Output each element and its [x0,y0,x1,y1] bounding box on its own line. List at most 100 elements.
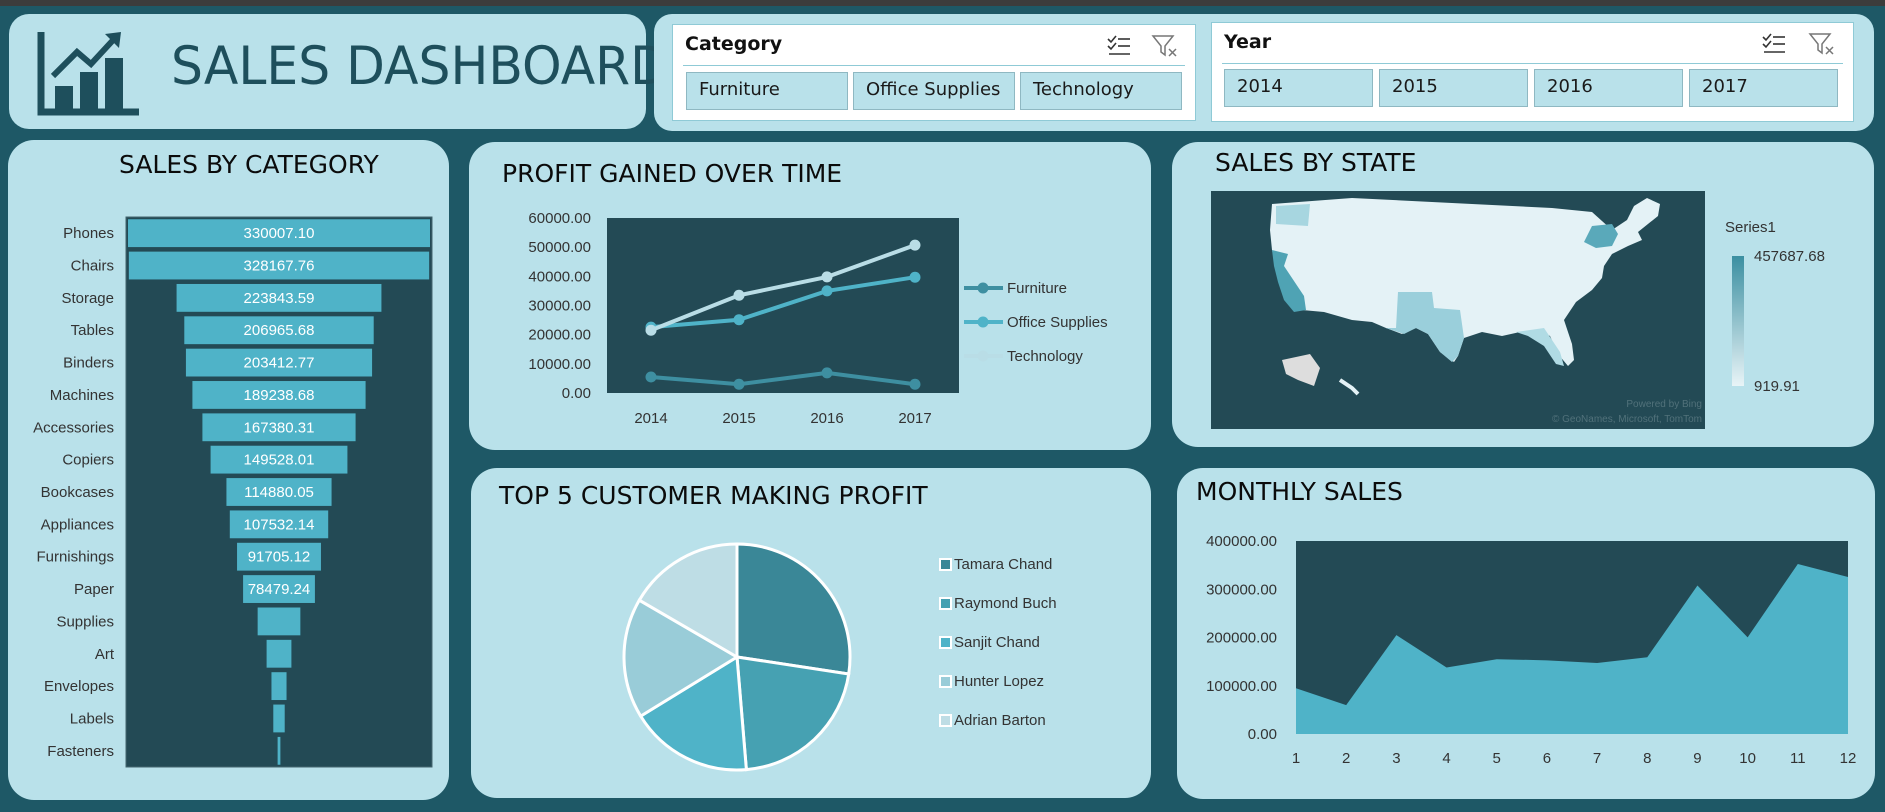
monthly-sales-panel: MONTHLY SALES 400000.00 300000.00 200000.0… [1177,468,1875,799]
funnel-data-label: 189238.68 [244,387,315,404]
funnel-category-label: Accessories [33,419,114,436]
funnel-data-label: 114880.05 [244,484,314,501]
map-legend-min: 919.91 [1754,378,1800,395]
line-legend-label: Office Supplies [1007,314,1108,331]
year-slicer-title: Year [1224,31,1272,53]
line-legend-label: Technology [1007,348,1083,365]
funnel-category-label: Art [95,646,115,663]
funnel-category-label: Tables [71,322,114,339]
funnel-category-label: Labels [70,710,114,727]
funnel-bar [273,704,285,733]
area-x-tick: 4 [1442,750,1450,767]
line-point [733,314,745,326]
area-y-tick: 200000.00 [1206,630,1277,647]
line-point [733,289,745,301]
area-x-tick: 9 [1693,750,1701,767]
monthly-sales-chart: 400000.00 300000.00 200000.00 100000.00 0.00… [1206,533,1856,767]
clear-filter-icon[interactable] [1151,33,1179,59]
pie-legend-label: Raymond Buch [954,595,1057,612]
area-x-tick: 7 [1593,750,1601,767]
multi-select-icon[interactable] [1760,31,1788,57]
pie-legend-swatch [939,636,952,649]
funnel-data-label: 203412.77 [244,355,315,372]
funnel-data-label: 78479.24 [248,581,311,598]
funnel-bar [257,607,301,636]
slicer-option-2015[interactable]: 2015 [1379,69,1528,107]
line-point [909,271,921,283]
line-point [909,239,921,251]
map-attribution-providers: © GeoNames, Microsoft, TomTom [1552,414,1702,425]
pie-legend-swatch [939,558,952,571]
area-x-tick: 2 [1342,750,1350,767]
pie-slice [735,542,852,676]
funnel-bar [271,672,287,701]
line-legend-label: Furniture [1007,280,1067,297]
slicer-option-office-supplies[interactable]: Office Supplies [853,72,1015,110]
pie-legend-swatch [939,675,952,688]
funnel-category-label: Fasteners [47,743,114,760]
line-point [909,378,921,390]
line-y-tick: 50000.00 [528,239,591,256]
map-legend-title: Series1 [1725,219,1776,236]
slicer-option-technology[interactable]: Technology [1020,72,1182,110]
line-point [645,324,657,336]
slicer-option-2016[interactable]: 2016 [1534,69,1683,107]
slicer-divider [1222,63,1843,64]
pie-legend-label: Sanjit Chand [954,634,1040,651]
area-x-tick: 6 [1543,750,1551,767]
area-x-tick: 3 [1392,750,1400,767]
area-y-tick: 300000.00 [1206,581,1277,598]
funnel-category-label: Bookcases [41,484,114,501]
pie-legend-label: Tamara Chand [954,556,1052,573]
pie-legend-swatch [939,597,952,610]
funnel-bar [266,639,292,668]
category-slicer: Category Furniture Office Supplies Techn… [672,24,1196,121]
line-point [821,271,833,283]
funnel-data-label: 91705.12 [248,549,311,566]
sales-by-category-chart: Phones 330007.10 Chairs 328167.76 Storage 223… [33,216,433,768]
line-x-tick: 2014 [634,410,667,427]
funnel-category-label: Furnishings [36,549,114,566]
line-point [821,367,833,379]
top5-customers-panel: TOP 5 CUSTOMER MAKING PROFIT Tamara Chan… [471,468,1151,798]
pie-legend-label: Adrian Barton [954,712,1046,729]
funnel-data-label: 328167.76 [244,258,315,275]
funnel-data-label: 107532.14 [244,516,315,533]
page-title: SALES DASHBOARD [171,36,669,97]
funnel-category-label: Storage [61,290,114,307]
header-panel: SALES DASHBOARD [9,14,669,129]
slicer-option-2017[interactable]: 2017 [1689,69,1838,107]
clear-filter-icon[interactable] [1808,31,1836,57]
funnel-category-label: Binders [63,355,114,372]
area-x-tick: 1 [1292,750,1300,767]
map-legend-max: 457687.68 [1754,248,1825,265]
slicer-divider [683,65,1185,66]
funnel-category-label: Copiers [62,452,114,469]
funnel-category-label: Paper [74,581,114,598]
map-attribution-bing: Powered by Bing [1626,399,1702,410]
line-y-tick: 30000.00 [528,298,591,315]
slicer-option-furniture[interactable]: Furniture [686,72,848,110]
legend-marker [977,282,989,294]
top5-customers-chart: Tamara Chand Raymond Buch Sanjit Chand Hunt… [622,542,1057,772]
multi-select-icon[interactable] [1105,33,1133,59]
pie-legend-label: Hunter Lopez [954,673,1044,690]
funnel-data-label: 223843.59 [244,290,315,307]
funnel-category-label: Envelopes [44,678,114,695]
legend-marker [977,350,989,362]
funnel-data-label: 206965.68 [244,322,315,339]
area-y-tick: 100000.00 [1206,678,1277,695]
washington-shape [1276,204,1310,226]
funnel-category-label: Phones [63,225,114,242]
sales-by-state-panel: SALES BY STATE Powered by Bing © GeoName… [1172,142,1874,447]
window-top-strip [0,0,1885,6]
slicer-option-2014[interactable]: 2014 [1224,69,1373,107]
us-state-map: Powered by Bing © GeoNames, Microsoft, T… [1211,191,1825,429]
funnel-category-label: Supplies [56,613,114,630]
pie-legend-swatch [939,714,952,727]
line-x-tick: 2017 [898,410,931,427]
line-point [821,285,833,297]
funnel-data-label: 167380.31 [244,419,315,436]
area-x-tick: 11 [1790,750,1806,767]
funnel-data-label: 330007.10 [244,225,315,242]
